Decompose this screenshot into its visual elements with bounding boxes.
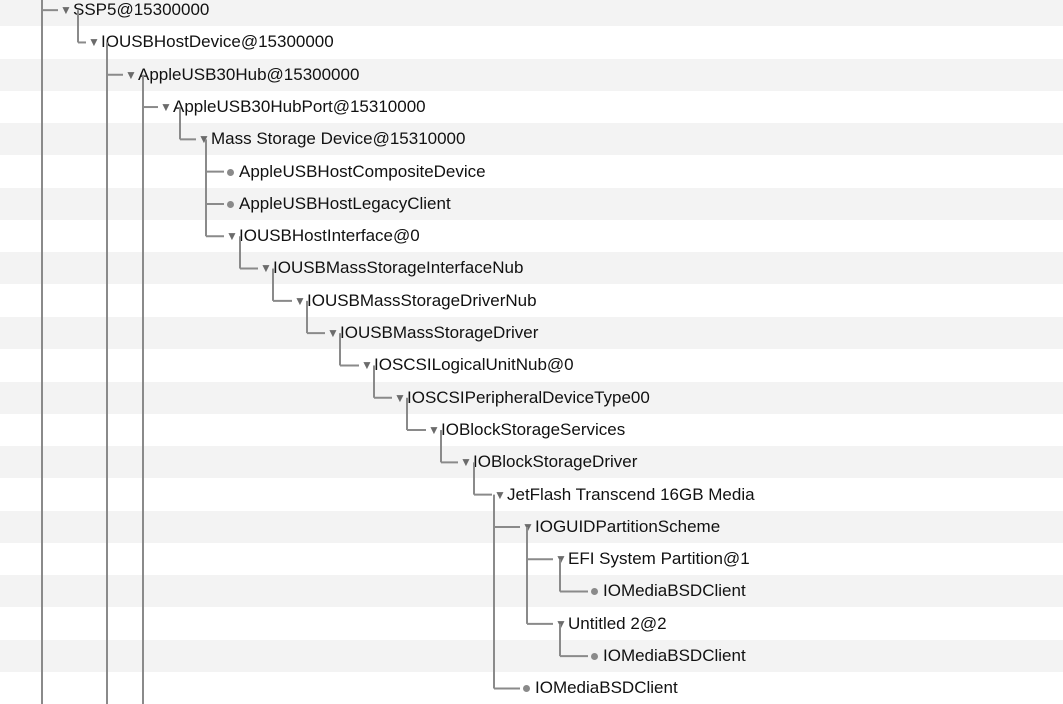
tree-row[interactable]: ▼ AppleUSB30Hub@15300000 (0, 58, 1063, 91)
tree-row-label: Untitled 2@2 (568, 613, 667, 633)
disclosure-triangle-down-icon[interactable]: ▼ (125, 59, 137, 91)
tree-row-label: AppleUSBHostLegacyClient (239, 193, 451, 213)
leaf-dot-icon (523, 685, 530, 693)
tree-row-label: IOBlockStorageDriver (473, 452, 638, 472)
disclosure-triangle-down-icon[interactable]: ▼ (460, 446, 472, 478)
tree-row-label: SSP5@15300000 (73, 0, 210, 19)
tree-row-label: AppleUSB30Hub@15300000 (138, 64, 360, 84)
tree-row[interactable]: ▼ IOSCSILogicalUnitNub@0 (0, 349, 1063, 381)
tree-row[interactable]: ▼ IOBlockStorageDriver (0, 446, 1063, 479)
disclosure-triangle-down-icon[interactable]: ▼ (88, 26, 100, 58)
tree-row-label: IOUSBMassStorageInterfaceNub (273, 258, 524, 278)
tree-row-label: IOBlockStorageServices (441, 419, 626, 439)
tree-row[interactable]: AppleUSBHostCompositeDevice (0, 156, 1063, 188)
tree-row[interactable]: ▼ Untitled 2@2 (0, 608, 1063, 640)
leaf-dot-icon (227, 168, 234, 176)
tree-row-label: IOMediaBSDClient (603, 581, 746, 601)
tree-row[interactable]: IOMediaBSDClient (0, 640, 1063, 672)
tree-row-label: IOSCSILogicalUnitNub@0 (374, 355, 574, 375)
disclosure-triangle-down-icon[interactable]: ▼ (428, 414, 440, 446)
disclosure-triangle-down-icon[interactable]: ▼ (260, 252, 272, 284)
tree-row[interactable]: ▼ SSP5@15300000 (0, 0, 1063, 26)
tree-row-label: IOUSBMassStorageDriverNub (307, 290, 537, 310)
tree-row[interactable]: ▼ IOUSBMassStorageDriverNub (0, 285, 1063, 317)
tree-row[interactable]: ▼ EFI System Partition@1 (0, 543, 1063, 575)
tree-row[interactable]: IOMediaBSDClient (0, 575, 1063, 608)
tree-row[interactable]: ▼ IOSCSIPeripheralDeviceType00 (0, 381, 1063, 414)
tree-row-label: IOUSBHostInterface@0 (239, 226, 420, 246)
tree-row-label: IOMediaBSDClient (603, 646, 746, 665)
tree-row[interactable]: IOMediaBSDClient (0, 672, 1063, 704)
disclosure-triangle-down-icon[interactable]: ▼ (494, 479, 506, 511)
disclosure-triangle-down-icon[interactable]: ▼ (160, 91, 172, 123)
disclosure-triangle-down-icon[interactable]: ▼ (60, 0, 72, 26)
tree-row[interactable]: ▼ IOUSBMassStorageDriver (0, 317, 1063, 349)
tree-row[interactable]: ▼ AppleUSB30HubPort@15310000 (0, 91, 1063, 123)
disclosure-triangle-down-icon[interactable]: ▼ (327, 317, 339, 349)
leaf-dot-icon (591, 653, 598, 660)
tree-row-label: IOMediaBSDClient (535, 678, 678, 698)
disclosure-triangle-down-icon[interactable]: ▼ (226, 220, 238, 252)
leaf-dot-icon (591, 588, 598, 596)
disclosure-triangle-down-icon[interactable]: ▼ (361, 349, 373, 381)
leaf-dot-icon (227, 200, 234, 208)
tree-row[interactable]: AppleUSBHostLegacyClient (0, 187, 1063, 220)
tree-row-label: AppleUSB30HubPort@15310000 (173, 96, 426, 116)
tree-row-label: AppleUSBHostCompositeDevice (239, 161, 486, 181)
tree-row[interactable]: ▼ Mass Storage Device@15310000 (0, 123, 1063, 156)
tree-row-label: IOGUIDPartitionScheme (535, 516, 721, 536)
tree-row-label: IOUSBHostDevice@15300000 (101, 32, 334, 52)
tree-row[interactable]: ▼ IOUSBHostInterface@0 (0, 220, 1063, 252)
tree-row[interactable]: ▼ IOBlockStorageServices (0, 414, 1063, 446)
tree-row-label: Mass Storage Device@15310000 (211, 129, 466, 149)
disclosure-triangle-down-icon[interactable]: ▼ (522, 511, 534, 543)
disclosure-triangle-down-icon[interactable]: ▼ (294, 285, 306, 317)
disclosure-triangle-down-icon[interactable]: ▼ (555, 543, 567, 575)
tree-row[interactable]: ▼ IOUSBHostDevice@15300000 (0, 26, 1063, 58)
tree-row-label: IOSCSIPeripheralDeviceType00 (407, 387, 650, 407)
tree-row[interactable]: ▼ IOUSBMassStorageInterfaceNub (0, 252, 1063, 285)
disclosure-triangle-down-icon[interactable]: ▼ (198, 123, 210, 155)
tree-row[interactable]: ▼ JetFlash Transcend 16GB Media (0, 479, 1063, 511)
tree-row-label: JetFlash Transcend 16GB Media (507, 484, 755, 504)
io-registry-tree: ▼ SSP5@15300000 ▼ IOUSBHostDevice@15300000 ▼… (0, 0, 1063, 704)
disclosure-triangle-down-icon[interactable]: ▼ (555, 608, 567, 640)
tree-row-label: IOUSBMassStorageDriver (340, 323, 539, 342)
tree-row-label: EFI System Partition@1 (568, 549, 750, 569)
tree-row[interactable]: ▼ IOGUIDPartitionScheme (0, 510, 1063, 543)
disclosure-triangle-down-icon[interactable]: ▼ (394, 382, 406, 414)
